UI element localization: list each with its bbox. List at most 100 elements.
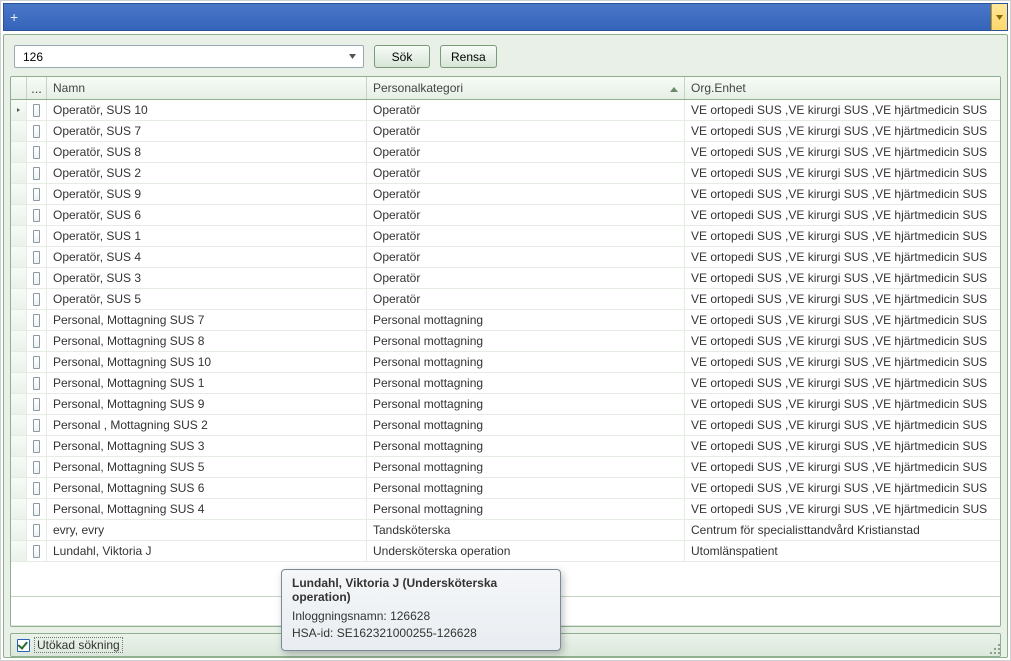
main-panel: Sök Rensa ... Namn Personalkategori Org.… (3, 34, 1008, 658)
row-checkbox-cell[interactable] (27, 415, 47, 435)
clear-button[interactable]: Rensa (440, 45, 497, 68)
table-row[interactable]: Operatör, SUS 5OperatörVE ortopedi SUS ,… (11, 289, 1000, 310)
row-checkbox-cell[interactable] (27, 478, 47, 498)
new-tab-plus-icon[interactable]: + (4, 9, 24, 25)
row-checkbox-cell[interactable] (27, 121, 47, 141)
row-checkbox-cell[interactable] (27, 541, 47, 561)
row-checkbox-cell[interactable] (27, 394, 47, 414)
row-checkbox[interactable] (33, 419, 40, 432)
titlebar-dropdown-button[interactable] (991, 4, 1007, 30)
grid-header-name[interactable]: Namn (47, 77, 367, 99)
row-category: Personal mottagning (367, 436, 685, 456)
row-checkbox-cell[interactable] (27, 331, 47, 351)
row-checkbox-cell[interactable] (27, 520, 47, 540)
table-row[interactable]: Personal, Mottagning SUS 7Personal motta… (11, 310, 1000, 331)
table-row[interactable]: Operatör, SUS 2OperatörVE ortopedi SUS ,… (11, 163, 1000, 184)
row-checkbox-cell[interactable] (27, 205, 47, 225)
row-checkbox[interactable] (33, 398, 40, 411)
row-category: Personal mottagning (367, 331, 685, 351)
table-row[interactable]: Operatör, SUS 7OperatörVE ortopedi SUS ,… (11, 121, 1000, 142)
row-org: Centrum för specialisttandvård Kristians… (685, 520, 1000, 540)
table-row[interactable]: Operatör, SUS 3OperatörVE ortopedi SUS ,… (11, 268, 1000, 289)
row-name: Operatör, SUS 9 (47, 184, 367, 204)
row-checkbox-cell[interactable] (27, 436, 47, 456)
row-checkbox[interactable] (33, 440, 40, 453)
search-combo[interactable] (14, 45, 364, 68)
table-row[interactable]: Personal , Mottagning SUS 2Personal mott… (11, 415, 1000, 436)
grid-header-category-label: Personalkategori (373, 81, 463, 95)
row-checkbox[interactable] (33, 356, 40, 369)
row-name: Operatör, SUS 2 (47, 163, 367, 183)
row-checkbox[interactable] (33, 293, 40, 306)
row-indicator (11, 163, 27, 183)
table-row[interactable]: Personal, Mottagning SUS 8Personal motta… (11, 331, 1000, 352)
titlebar[interactable]: + (3, 3, 1008, 31)
row-checkbox[interactable] (33, 335, 40, 348)
row-checkbox-cell[interactable] (27, 352, 47, 372)
row-checkbox[interactable] (33, 377, 40, 390)
row-org: VE ortopedi SUS ,VE kirurgi SUS ,VE hjär… (685, 226, 1000, 246)
row-category: Undersköterska operation (367, 541, 685, 561)
row-checkbox[interactable] (33, 272, 40, 285)
row-name: Personal, Mottagning SUS 9 (47, 394, 367, 414)
search-combo-arrow[interactable] (345, 46, 359, 67)
extended-search-checkbox[interactable] (17, 639, 30, 652)
row-checkbox[interactable] (33, 167, 40, 180)
row-checkbox-cell[interactable] (27, 142, 47, 162)
table-row[interactable]: Personal, Mottagning SUS 10Personal mott… (11, 352, 1000, 373)
row-checkbox[interactable] (33, 251, 40, 264)
row-checkbox-cell[interactable] (27, 247, 47, 267)
table-row[interactable]: Operatör, SUS 9OperatörVE ortopedi SUS ,… (11, 184, 1000, 205)
table-row[interactable]: Personal, Mottagning SUS 1Personal motta… (11, 373, 1000, 394)
app-window: + Sök Rensa ... Namn Personalkategori (0, 0, 1011, 661)
row-checkbox[interactable] (33, 209, 40, 222)
table-row[interactable]: Lundahl, Viktoria JUndersköterska operat… (11, 541, 1000, 562)
table-row[interactable]: evry, evryTandsköterskaCentrum för speci… (11, 520, 1000, 541)
table-row[interactable]: Personal, Mottagning SUS 5Personal motta… (11, 457, 1000, 478)
table-row[interactable]: Personal, Mottagning SUS 9Personal motta… (11, 394, 1000, 415)
table-row[interactable]: Operatör, SUS 10OperatörVE ortopedi SUS … (11, 100, 1000, 121)
table-row[interactable]: Operatör, SUS 4OperatörVE ortopedi SUS ,… (11, 247, 1000, 268)
tooltip-hsa-value: SE162321000255-126628 (337, 626, 477, 640)
row-indicator (11, 373, 27, 393)
row-checkbox[interactable] (33, 188, 40, 201)
row-checkbox-cell[interactable] (27, 499, 47, 519)
search-input[interactable] (21, 46, 345, 67)
row-checkbox[interactable] (33, 545, 40, 558)
row-checkbox-cell[interactable] (27, 184, 47, 204)
grid-header-org[interactable]: Org.Enhet (685, 77, 1000, 99)
row-name: Operatör, SUS 5 (47, 289, 367, 309)
row-checkbox[interactable] (33, 104, 40, 117)
row-category: Operatör (367, 226, 685, 246)
table-row[interactable]: Personal, Mottagning SUS 4Personal motta… (11, 499, 1000, 520)
extended-search-label[interactable]: Utökad sökning (34, 637, 123, 653)
row-checkbox-cell[interactable] (27, 373, 47, 393)
search-button[interactable]: Sök (374, 45, 430, 68)
grid-header-checkbox[interactable]: ... (27, 77, 47, 99)
row-checkbox[interactable] (33, 524, 40, 537)
row-checkbox[interactable] (33, 314, 40, 327)
grid-header-indicator[interactable] (11, 77, 27, 99)
table-row[interactable]: Operatör, SUS 8OperatörVE ortopedi SUS ,… (11, 142, 1000, 163)
row-checkbox-cell[interactable] (27, 226, 47, 246)
table-row[interactable]: Operatör, SUS 1OperatörVE ortopedi SUS ,… (11, 226, 1000, 247)
row-checkbox[interactable] (33, 503, 40, 516)
row-checkbox-cell[interactable] (27, 457, 47, 477)
row-checkbox-cell[interactable] (27, 268, 47, 288)
table-row[interactable]: Operatör, SUS 6OperatörVE ortopedi SUS ,… (11, 205, 1000, 226)
table-row[interactable]: Personal, Mottagning SUS 3Personal motta… (11, 436, 1000, 457)
row-name: Personal, Mottagning SUS 7 (47, 310, 367, 330)
row-checkbox[interactable] (33, 461, 40, 474)
row-checkbox-cell[interactable] (27, 163, 47, 183)
row-category: Operatör (367, 142, 685, 162)
row-checkbox-cell[interactable] (27, 310, 47, 330)
row-name: Personal, Mottagning SUS 4 (47, 499, 367, 519)
row-checkbox-cell[interactable] (27, 289, 47, 309)
row-checkbox[interactable] (33, 146, 40, 159)
row-checkbox[interactable] (33, 230, 40, 243)
row-checkbox[interactable] (33, 125, 40, 138)
row-checkbox[interactable] (33, 482, 40, 495)
table-row[interactable]: Personal, Mottagning SUS 6Personal motta… (11, 478, 1000, 499)
grid-header-category[interactable]: Personalkategori (367, 77, 685, 99)
row-checkbox-cell[interactable] (27, 100, 47, 120)
